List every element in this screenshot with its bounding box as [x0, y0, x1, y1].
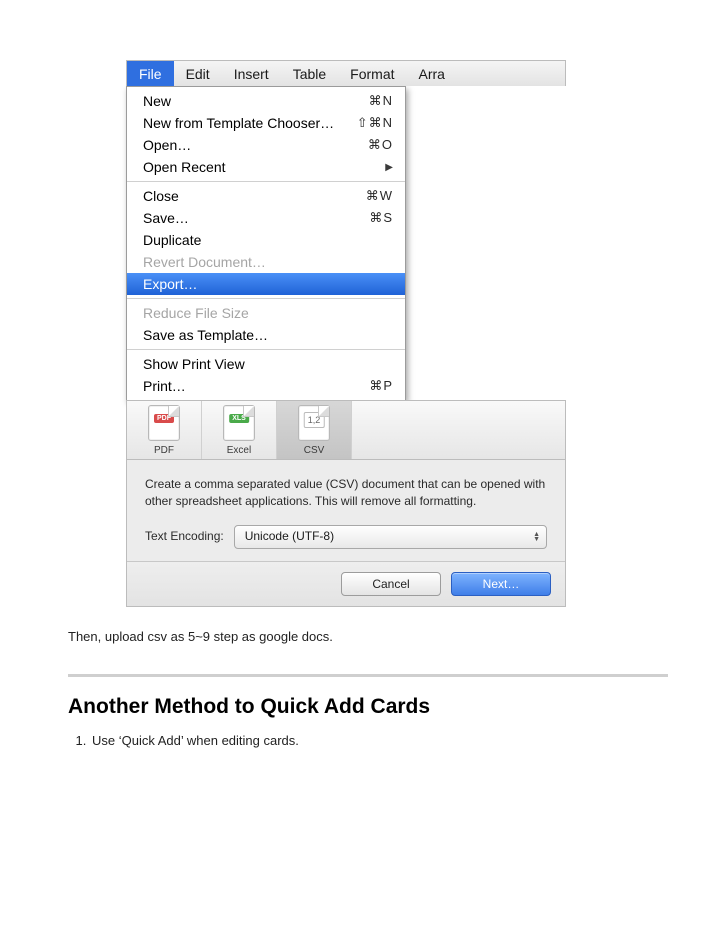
encoding-select[interactable]: Unicode (UTF-8) ▲▼ — [234, 525, 547, 549]
menu-item-print[interactable]: Print… ⌘P — [127, 375, 405, 397]
pdf-file-icon: PDF — [148, 405, 180, 441]
menu-item-label: Show Print View — [143, 356, 245, 372]
menu-item-shortcut: ⌘O — [368, 137, 393, 153]
submenu-arrow-icon: ▶ — [385, 162, 393, 173]
menubar-item-insert[interactable]: Insert — [222, 61, 281, 86]
menubar-item-file[interactable]: File — [127, 61, 174, 86]
menubar-item-table[interactable]: Table — [281, 61, 338, 86]
document-page: File Edit Insert Table Format Arra New ⌘… — [0, 0, 728, 808]
menu-item-label: New from Template Chooser… — [143, 115, 334, 131]
export-dialog: PDF PDF XLS Excel 1,2 CSV — [126, 400, 566, 607]
encoding-label: Text Encoding: — [145, 528, 224, 545]
menu-item-label: Print… — [143, 378, 186, 394]
screenshot-mac-export: File Edit Insert Table Format Arra New ⌘… — [126, 60, 566, 607]
section-divider — [68, 674, 668, 677]
file-badge: XLS — [229, 414, 249, 423]
export-dialog-footer: Cancel Next… — [127, 561, 565, 606]
export-tab-pdf[interactable]: PDF PDF — [127, 401, 202, 459]
select-arrows-icon: ▲▼ — [533, 532, 540, 542]
tab-label: PDF — [154, 445, 174, 456]
file-badge: PDF — [154, 414, 174, 423]
menu-item-label: Open Recent — [143, 159, 226, 175]
menu-item-close[interactable]: Close ⌘W — [127, 185, 405, 207]
menu-item-save-template[interactable]: Save as Template… — [127, 324, 405, 346]
menu-item-shortcut: ⌘N — [369, 93, 393, 109]
tab-label: Excel — [227, 445, 251, 456]
menubar-item-format[interactable]: Format — [338, 61, 406, 86]
menu-item-new-template[interactable]: New from Template Chooser… ⇧⌘N — [127, 112, 405, 134]
export-tabs: PDF PDF XLS Excel 1,2 CSV — [127, 400, 565, 460]
tab-label: CSV — [304, 445, 325, 456]
export-description: Create a comma separated value (CSV) doc… — [145, 476, 547, 511]
menubar-item-edit[interactable]: Edit — [174, 61, 222, 86]
encoding-row: Text Encoding: Unicode (UTF-8) ▲▼ — [145, 525, 547, 549]
export-tab-csv[interactable]: 1,2 CSV — [277, 401, 352, 459]
menu-item-label: New — [143, 93, 171, 109]
menu-item-label: Save as Template… — [143, 327, 268, 343]
cancel-button[interactable]: Cancel — [341, 572, 441, 596]
export-tab-excel[interactable]: XLS Excel — [202, 401, 277, 459]
menu-item-shortcut: ⇧⌘N — [357, 115, 393, 131]
menu-item-label: Export… — [143, 276, 197, 292]
menu-item-shortcut: ⌘P — [369, 378, 393, 394]
menu-item-label: Revert Document… — [143, 254, 266, 270]
file-dropdown-section-3: Reduce File Size Save as Template… — [127, 299, 405, 349]
menu-item-export[interactable]: Export… — [127, 273, 405, 295]
numbered-list: Use ‘Quick Add’ when editing cards. — [72, 733, 668, 748]
csv-file-icon: 1,2 — [298, 405, 330, 441]
menu-item-label: Duplicate — [143, 232, 201, 248]
instruction-text: Then, upload csv as 5~9 step as google d… — [68, 629, 668, 644]
menu-item-print-view[interactable]: Show Print View — [127, 353, 405, 375]
menu-item-shortcut: ⌘W — [366, 188, 393, 204]
list-item: Use ‘Quick Add’ when editing cards. — [90, 733, 668, 748]
menu-item-label: Open… — [143, 137, 191, 153]
menubar: File Edit Insert Table Format Arra — [126, 60, 566, 86]
menu-item-label: Reduce File Size — [143, 305, 249, 321]
file-dropdown-section-1: New ⌘N New from Template Chooser… ⇧⌘N Op… — [127, 87, 405, 181]
file-dropdown-section-2: Close ⌘W Save… ⌘S Duplicate Revert Docum… — [127, 182, 405, 298]
menubar-item-arrange[interactable]: Arra — [407, 61, 449, 86]
menu-item-open[interactable]: Open… ⌘O — [127, 134, 405, 156]
menu-item-label: Save… — [143, 210, 189, 226]
section-heading: Another Method to Quick Add Cards — [68, 695, 668, 719]
menu-item-new[interactable]: New ⌘N — [127, 90, 405, 112]
menu-item-reduce-size: Reduce File Size — [127, 302, 405, 324]
menu-item-revert: Revert Document… — [127, 251, 405, 273]
next-button[interactable]: Next… — [451, 572, 551, 596]
menu-item-label: Close — [143, 188, 179, 204]
export-dialog-body: Create a comma separated value (CSV) doc… — [127, 460, 565, 561]
menu-item-save[interactable]: Save… ⌘S — [127, 207, 405, 229]
menu-item-shortcut: ⌘S — [369, 210, 393, 226]
menu-item-duplicate[interactable]: Duplicate — [127, 229, 405, 251]
file-dropdown-section-4: Show Print View Print… ⌘P — [127, 350, 405, 400]
encoding-value: Unicode (UTF-8) — [245, 528, 334, 545]
file-dropdown: New ⌘N New from Template Chooser… ⇧⌘N Op… — [126, 86, 406, 401]
xls-file-icon: XLS — [223, 405, 255, 441]
menu-item-open-recent[interactable]: Open Recent ▶ — [127, 156, 405, 178]
file-badge: 1,2 — [304, 412, 325, 428]
